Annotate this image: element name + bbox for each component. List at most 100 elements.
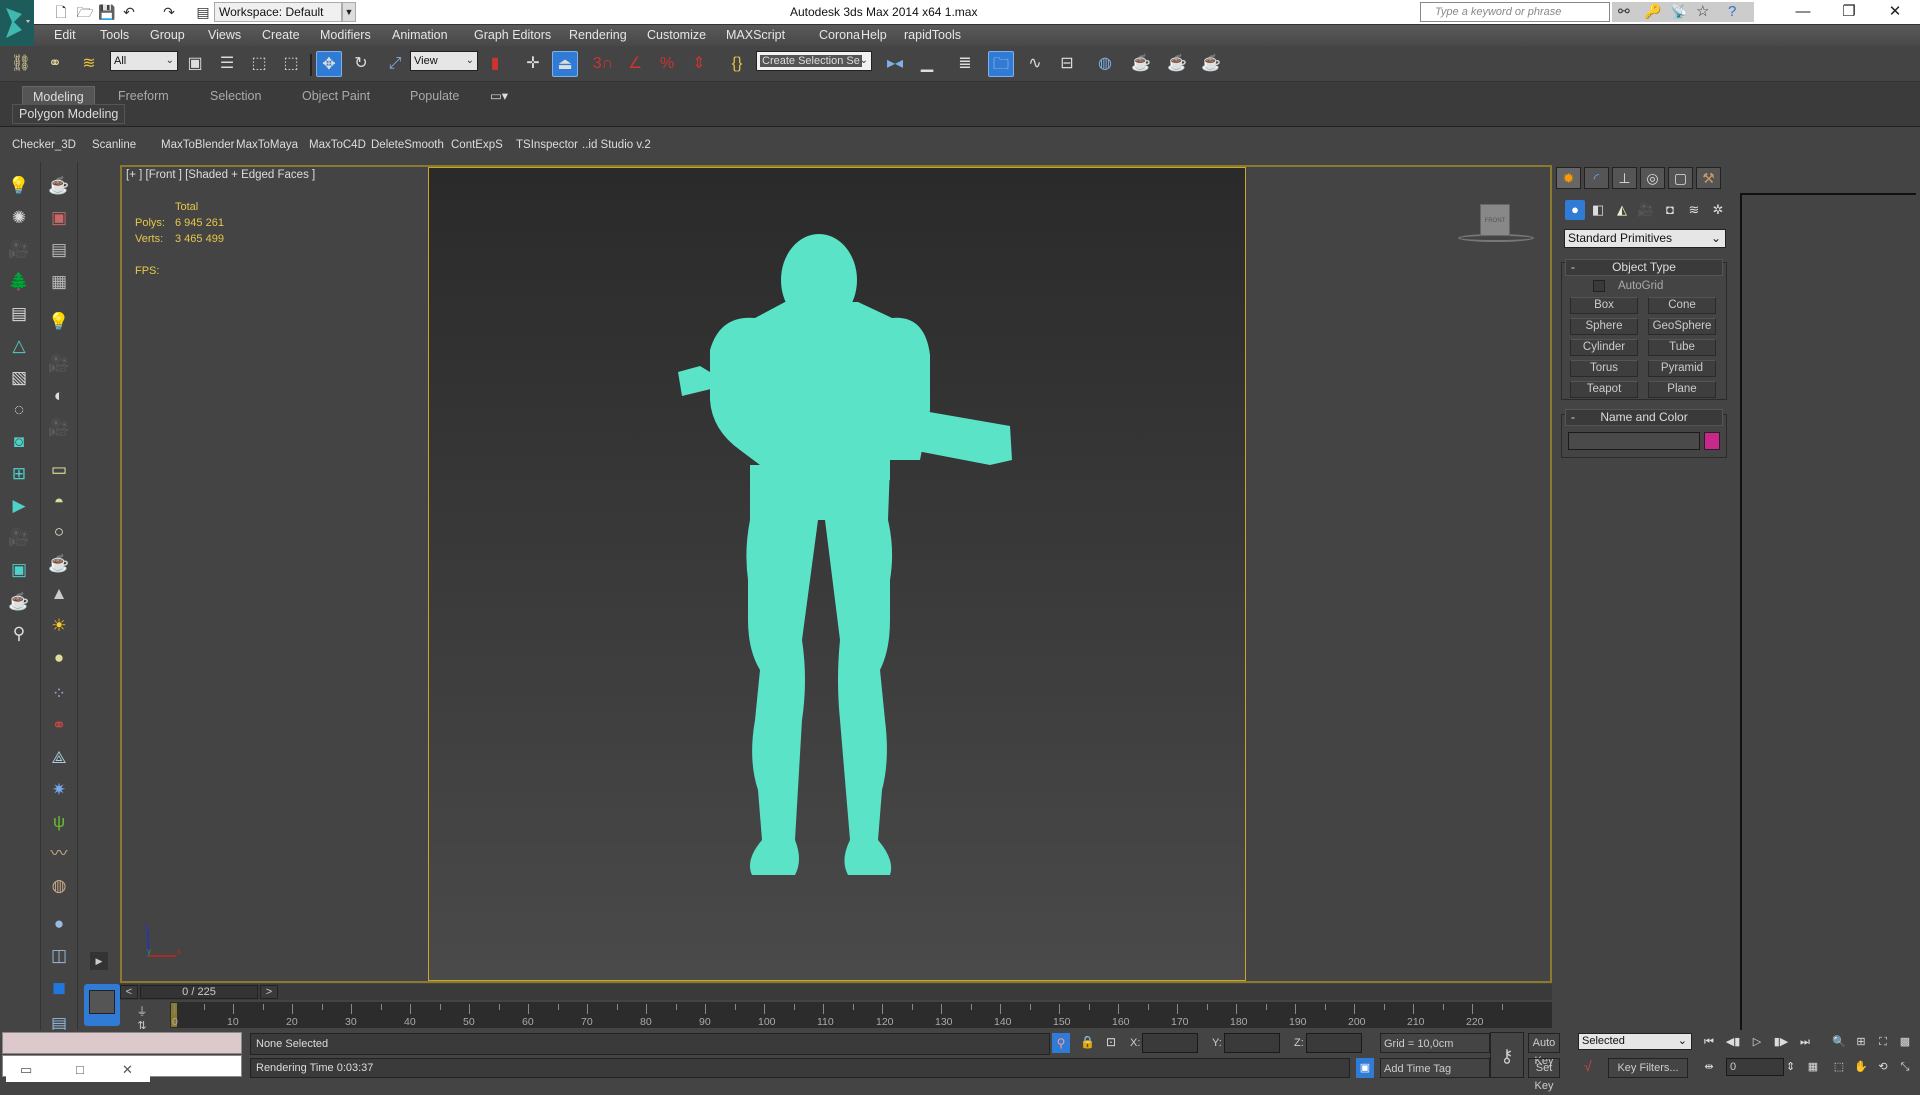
key-mode-toggle-icon[interactable]: ⇹ bbox=[1700, 1058, 1718, 1076]
ambient-light-icon[interactable]: ● bbox=[47, 646, 71, 670]
zoom-extents-icon[interactable]: ⛶ bbox=[1874, 1033, 1892, 1051]
viewcube[interactable]: FRONT bbox=[1458, 200, 1534, 244]
tube-button[interactable]: Tube bbox=[1648, 339, 1716, 356]
curve-editor-icon[interactable]: ∿ bbox=[1022, 51, 1048, 77]
new-file-icon[interactable]: 🗋 bbox=[52, 3, 70, 21]
spinner-snap-icon[interactable]: ⇕ bbox=[686, 51, 712, 77]
time-configuration-icon[interactable]: ▦ bbox=[1804, 1058, 1822, 1076]
ribbon-tab-populate[interactable]: Populate bbox=[400, 86, 469, 106]
selection-filter-select[interactable]: All ⌄ bbox=[110, 51, 178, 71]
x-coordinate-input[interactable] bbox=[1142, 1033, 1198, 1053]
ribbon-tab-object-paint[interactable]: Object Paint bbox=[292, 86, 380, 106]
layer-manager-icon[interactable]: ≣ bbox=[952, 51, 978, 77]
space-warps-icon[interactable]: ≋ bbox=[1684, 200, 1704, 220]
camera-icon[interactable]: 🎥 bbox=[7, 238, 31, 262]
rectangular-selection-icon[interactable]: ⬚ bbox=[246, 51, 272, 77]
expand-panel-icon[interactable]: ▶ bbox=[90, 952, 108, 970]
autogrid-checkbox[interactable] bbox=[1593, 280, 1605, 292]
tree-scatter-icon[interactable]: △ bbox=[7, 334, 31, 358]
y-coordinate-input[interactable] bbox=[1224, 1033, 1280, 1053]
menu-customize[interactable]: Customize bbox=[647, 28, 706, 42]
viewport-layout-icon[interactable]: ⊞ bbox=[7, 462, 31, 486]
minimize-button[interactable]: — bbox=[1780, 0, 1826, 24]
window-crossing-icon[interactable]: ⬚ bbox=[278, 51, 304, 77]
light-probe-icon[interactable]: ⚲ bbox=[7, 622, 31, 646]
pivot-center-icon[interactable]: ▮ bbox=[482, 51, 508, 77]
shapes-icon[interactable]: ◧ bbox=[1588, 200, 1608, 220]
max-to-c4d-button[interactable]: MaxToC4D bbox=[309, 139, 366, 151]
list-panel-icon[interactable]: ▤ bbox=[7, 302, 31, 326]
sun-icon[interactable]: ☀ bbox=[47, 614, 71, 638]
geosphere-button[interactable]: GeoSphere bbox=[1648, 318, 1716, 335]
settings-panel-icon[interactable]: ▤ bbox=[47, 238, 71, 262]
key-mode-select[interactable]: Selected ⌄ bbox=[1578, 1033, 1692, 1050]
scanline-button[interactable]: Scanline bbox=[92, 139, 136, 151]
select-and-link-icon[interactable]: ⛓ bbox=[8, 51, 34, 77]
render-play-icon[interactable]: ▶ bbox=[7, 494, 31, 518]
object-type-rollout-header[interactable]: - Object Type bbox=[1565, 259, 1723, 276]
plane-button[interactable]: Plane bbox=[1648, 381, 1716, 398]
ribbon-tab-freeform[interactable]: Freeform bbox=[108, 86, 179, 106]
ornatrix-icon[interactable]: ◍ bbox=[47, 874, 71, 898]
workspace-select[interactable]: Workspace: Default bbox=[214, 2, 342, 22]
key-search-icon[interactable]: 🔑 bbox=[1644, 3, 1661, 20]
menu-animation[interactable]: Animation bbox=[392, 28, 448, 42]
mesh-light-icon[interactable]: ☕ bbox=[47, 552, 71, 576]
menu-graph-editors[interactable]: Graph Editors bbox=[474, 28, 551, 42]
ribbon-tab-modeling[interactable]: Modeling bbox=[22, 86, 95, 106]
plane-light-icon[interactable]: ▭ bbox=[47, 458, 71, 482]
teapot-icon[interactable]: ☕ bbox=[47, 174, 71, 198]
zoom-all-icon[interactable]: ⊞ bbox=[1852, 1033, 1870, 1051]
id-studio-button[interactable]: ..id Studio v.2 bbox=[582, 139, 651, 151]
time-slider-next-button[interactable]: > bbox=[260, 985, 278, 999]
angle-snap-icon[interactable]: ∠ bbox=[622, 51, 648, 77]
go-to-start-icon[interactable]: ⏮ bbox=[1700, 1033, 1718, 1051]
viewport-layout-tab-button[interactable] bbox=[84, 984, 120, 1026]
cone-light-icon[interactable]: ▲ bbox=[47, 582, 71, 606]
absolute-mode-icon[interactable]: ⊡ bbox=[1106, 1035, 1116, 1049]
menu-group[interactable]: Group bbox=[150, 28, 185, 42]
viewcube-front-face[interactable]: FRONT bbox=[1480, 204, 1510, 236]
name-color-rollout-header[interactable]: - Name and Color bbox=[1565, 409, 1723, 426]
render-setup-icon[interactable]: ☕ bbox=[1128, 51, 1154, 77]
orbit-icon[interactable]: ⟲ bbox=[1874, 1058, 1892, 1076]
grass-icon[interactable]: ψ bbox=[47, 810, 71, 834]
cameras-icon[interactable]: 🎥 bbox=[1636, 200, 1656, 220]
percent-snap-icon[interactable]: % bbox=[654, 51, 680, 77]
keyboard-shortcut-override-icon[interactable]: ⏏ bbox=[552, 51, 578, 77]
restore-button[interactable]: ❐ bbox=[1826, 0, 1872, 24]
material-convert-icon[interactable]: ◫ bbox=[47, 944, 71, 968]
rotate-swirl-icon[interactable]: ◌ bbox=[7, 398, 31, 422]
dome-camera-icon[interactable]: ◐ bbox=[47, 384, 71, 408]
app-menu-button[interactable] bbox=[0, 0, 34, 46]
project-folder-icon[interactable]: ▤ bbox=[194, 3, 212, 21]
binoculars-icon[interactable]: ⚯ bbox=[1618, 3, 1630, 20]
previous-frame-icon[interactable]: ◀▮ bbox=[1724, 1033, 1742, 1051]
open-file-icon[interactable]: 🗁 bbox=[76, 3, 94, 21]
tsinspector-button[interactable]: TSInspector bbox=[516, 139, 578, 151]
default-tangents-icon[interactable]: √ bbox=[1584, 1058, 1592, 1074]
trackbar[interactable] bbox=[170, 1002, 1552, 1028]
add-time-tag-button[interactable]: Add Time Tag bbox=[1380, 1058, 1490, 1078]
key-filters-button[interactable]: Key Filters... bbox=[1608, 1058, 1688, 1078]
menu-rapidtools[interactable]: rapidTools bbox=[904, 28, 961, 42]
close-button[interactable]: ✕ bbox=[1872, 0, 1918, 24]
customize-quick-access-icon[interactable]: ▼ bbox=[342, 2, 356, 22]
create-tab-icon[interactable]: ✹ bbox=[1556, 167, 1581, 189]
tree-card-icon[interactable]: ▧ bbox=[7, 366, 31, 390]
render-region-icon[interactable]: ◼ bbox=[47, 976, 71, 1000]
contexps-button[interactable]: ContExpS bbox=[451, 139, 503, 151]
menu-help[interactable]: Help bbox=[861, 28, 887, 42]
max-to-maya-button[interactable]: MaxToMaya bbox=[236, 139, 298, 151]
menu-views[interactable]: Views bbox=[208, 28, 241, 42]
material-editor-icon[interactable]: ◍ bbox=[1092, 51, 1118, 77]
set-keys-icon[interactable]: ⚷ bbox=[1490, 1032, 1524, 1078]
geometry-icon[interactable]: ● bbox=[1565, 200, 1585, 220]
menu-edit[interactable]: Edit bbox=[54, 28, 76, 42]
auto-key-button[interactable]: Auto Key bbox=[1528, 1033, 1560, 1067]
helpers-icon[interactable]: ◘ bbox=[1660, 200, 1680, 220]
sphere-button[interactable]: Sphere bbox=[1570, 318, 1638, 335]
ribbon-panel-polygon-modeling[interactable]: Polygon Modeling bbox=[12, 104, 126, 124]
undo-icon[interactable]: ↶ bbox=[120, 3, 138, 21]
mini-curve-editor-icon[interactable]: ⏚ ⇅ bbox=[128, 1003, 156, 1032]
